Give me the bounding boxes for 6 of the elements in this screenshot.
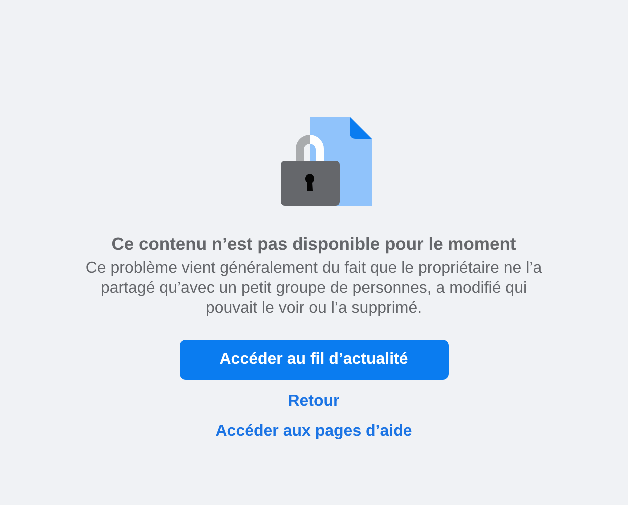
news-feed-button[interactable]: Accéder au fil d’actualité xyxy=(180,340,448,380)
text-link[interactable]: Retour xyxy=(288,394,340,410)
error-title: Ce contenu n’est pas disponible pour le moment xyxy=(112,233,516,255)
lock-document-icon xyxy=(280,117,372,207)
error-message: Ce problème vient généralement du fait que le propriétaire ne l’a partagé qu’avec un petit groupe de personnes, a modifié qui pouvait le voir ou l’a supprimé. xyxy=(84,259,544,319)
text-link[interactable]: Accéder aux pages d’aide xyxy=(216,424,412,440)
